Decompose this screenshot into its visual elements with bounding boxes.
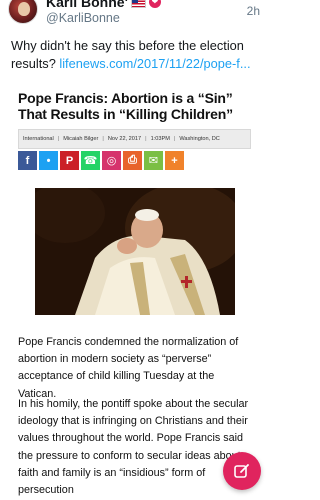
author-name[interactable]: Karli Bonne' [46,0,128,10]
us-flag-icon [130,0,146,8]
meta-author: Micaiah Bilger [63,136,99,142]
article-title: Pope Francis: Abortion is a “Sin” That R… [18,90,233,122]
heart-badge-icon: ❤ [148,0,161,8]
tweet-link[interactable]: lifenews.com/2017/11/22/pope-f... [59,56,250,71]
article-image[interactable]: Pope Francis: Abortion is a “Sin” That R… [18,90,254,500]
meta-time: 1:03PM [150,136,170,142]
facebook-icon[interactable]: f [18,151,37,170]
print-icon[interactable]: ⎙ [123,151,142,170]
pinterest-icon[interactable]: P [60,151,79,170]
twitter-icon[interactable]: • [39,151,58,170]
article-paragraph-2: In his homily, the pontiff spoke about t… [18,398,249,497]
article-meta-bar: International | Micaiah Bilger | Nov 22, 2… [18,129,251,149]
meta-location: Washington, DC [179,136,220,142]
share-buttons: f • P ☎ ◎ ⎙ ✉ + [18,151,254,170]
email-icon[interactable]: ✉ [144,151,163,170]
whatsapp-icon[interactable]: ☎ [81,151,100,170]
tweet-timestamp: 2h [246,4,260,18]
article-paragraph-1: Pope Francis condemned the normalization… [18,336,239,400]
compose-button[interactable] [223,452,261,490]
author-handle[interactable]: @KarliBonne [46,11,120,25]
meta-section: International [23,136,54,142]
author-row[interactable]: Karli Bonne' ❤ [46,0,161,10]
more-share-icon[interactable]: + [165,151,184,170]
pope-praying-photo [35,188,235,315]
avatar[interactable] [8,0,38,24]
tweet-body: Why didn't he say this before the electi… [11,37,263,73]
compose-icon [234,464,249,478]
instagram-icon[interactable]: ◎ [102,151,121,170]
meta-date: Nov 22, 2017 [107,136,142,142]
